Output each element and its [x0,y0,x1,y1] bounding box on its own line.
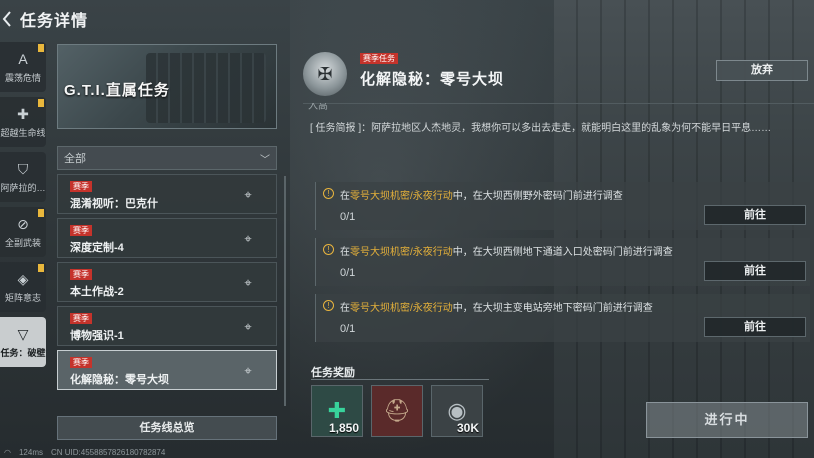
info-icon: ! [323,300,334,311]
season-tag: 赛季 [70,225,92,236]
objective-text: 在零号大坝机密/永夜行动中，在大坝主变电站旁地下密码门前进行调查 [340,303,653,314]
locate-icon: ⌖ [244,319,252,334]
back-arrow-icon [2,11,11,27]
rail-item-label: 全副武装 [4,237,41,248]
top-bar: 任务详情 [0,0,290,38]
mission-line-banner: G.T.I.直属任务 [57,44,277,129]
new-badge [38,44,44,52]
mission-item-selected[interactable]: 赛季 化解隐秘：零号大坝 ⌖ [57,350,277,390]
triangle-down-icon: ▽ [17,325,29,342]
locate-icon: ⌖ [244,187,252,202]
rail-item-2[interactable]: ⛉ 阿萨拉的… [0,152,46,202]
mission-briefing: [ 任务简报 ]：阿萨拉地区人杰地灵，我想你可以多出去走走，就能明白这里的乱象为… [310,120,814,137]
new-badge [38,99,44,107]
locate-icon: ⌖ [244,275,252,290]
briefing-text: 阿萨拉地区人杰地灵，我想你可以多出去走走，就能明白这里的乱象为何不能早日平息…… [371,123,772,134]
objective-progress: 0/1 [340,323,356,335]
back-button[interactable] [0,10,14,28]
objective-row: ! 在零号大坝机密/永夜行动中，在大坝西侧野外密码门前进行调查 0/1 前往 [315,182,810,230]
rail-item-label: 阿萨拉的… [0,182,46,193]
mission-title: 化解隐秘：零号大坝 [360,71,505,88]
ping-value: 124ms [18,447,43,457]
mission-item[interactable]: 赛季 混淆视听：巴克什 ⌖ [57,174,277,214]
abandon-button[interactable]: 放弃 [716,60,808,81]
helmet-icon: ⛑ [383,398,411,423]
category-rail: A 震荡危情 ✚ 超越生命线 ⛉ 阿萨拉的… ⊘ 全副武装 ◈ 矩阵意志 ▽ 任… [0,42,48,372]
reward-quantity: 30K [456,421,479,435]
season-tag: 赛季 [70,357,92,368]
goto-button[interactable]: 前往 [704,205,806,225]
objective-progress: 0/1 [340,267,356,279]
season-tag: 赛季 [70,313,92,324]
wifi-icon: ◠ [4,447,11,457]
mission-item[interactable]: 赛季 深度定制-4 ⌖ [57,218,277,258]
objective-location: 零号大坝机密/永夜行动 [350,191,453,202]
objective-text: 在零号大坝机密/永夜行动中，在大坝西侧野外密码门前进行调查 [340,191,623,202]
diamond-icon: ◈ [17,270,29,287]
reward-quantity: 1,850 [328,421,359,435]
locate-icon: ⌖ [244,363,252,378]
slash-circle-icon: ⊘ [17,215,29,232]
faction-emblem-icon: ✠ [303,52,347,96]
mission-name: 深度定制-4 [70,242,124,254]
banner-title: G.T.I.直属任务 [64,82,170,99]
in-progress-button[interactable]: 进行中 [646,402,808,438]
season-tag: 赛季 [70,269,92,280]
mission-name: 混淆视听：巴克什 [70,198,158,210]
mission-name: 博物强识-1 [70,330,124,342]
list-scrollbar[interactable] [284,176,286,406]
rail-item-label: 超越生命线 [0,127,46,138]
rail-item-label: 任务：破壁 [0,347,46,358]
objective-text: 在零号大坝机密/永夜行动中，在大坝西侧地下通道入口处密码门前进行调查 [340,247,673,258]
shield-icon: ⛉ [17,160,29,177]
mission-list[interactable]: 赛季 混淆视听：巴克什 ⌖ 赛季 深度定制-4 ⌖ 赛季 本土作战-2 ⌖ 赛季… [57,174,277,410]
objective-location: 零号大坝机密/永夜行动 [350,303,453,314]
rewards-label: 任务奖励 [311,367,355,379]
filter-dropdown[interactable]: 全部 ﹀ [57,146,277,170]
objective-location: 零号大坝机密/永夜行动 [350,247,453,258]
plus-icon: ✚ [17,105,29,122]
mission-name: 本土作战-2 [70,286,124,298]
rail-item-3[interactable]: ⊘ 全副武装 [0,207,46,257]
objective-progress: 0/1 [340,211,356,223]
goto-button[interactable]: 前往 [704,261,806,281]
info-icon: ! [323,244,334,255]
uid-text: CN UID:4558857826180782874 [51,447,166,457]
new-badge [38,264,44,272]
mission-line-overview-button[interactable]: 任务线总览 [57,416,277,440]
rail-item-4[interactable]: ◈ 矩阵意志 [0,262,46,312]
page-title: 任务详情 [20,13,89,30]
info-icon: ! [323,188,334,199]
mission-item[interactable]: 赛季 本土作战-2 ⌖ [57,262,277,302]
status-footer: ◠ 124ms CN UID:4558857826180782874 [0,446,400,458]
scrolled-text-fragment: 入高 [308,103,328,111]
mission-item[interactable]: 赛季 博物强识-1 ⌖ [57,306,277,346]
rail-item-5[interactable]: ▽ 任务：破壁 [0,317,46,367]
rail-item-label: 震荡危情 [4,72,41,83]
reward-item[interactable]: ⛑ [371,385,423,437]
locate-icon: ⌖ [244,231,252,246]
rewards-divider [311,379,489,380]
reward-item[interactable]: ◉ 30K [431,385,483,437]
rail-item-1[interactable]: ✚ 超越生命线 [0,97,46,147]
briefing-prefix: [ 任务简报 ]： [310,123,372,134]
rail-item-0[interactable]: A 震荡危情 [0,42,46,92]
a-icon: A [18,50,28,67]
objective-row: ! 在零号大坝机密/永夜行动中，在大坝西侧地下通道入口处密码门前进行调查 0/1… [315,238,810,286]
season-tag: 赛季 [70,181,92,192]
objective-row: ! 在零号大坝机密/永夜行动中，在大坝主变电站旁地下密码门前进行调查 0/1 前… [315,294,810,342]
goto-button[interactable]: 前往 [704,317,806,337]
season-mission-tag: 赛季任务 [360,53,398,64]
rail-item-label: 矩阵意志 [4,292,41,303]
reward-item[interactable]: ✚ 1,850 [311,385,363,437]
new-badge [38,209,44,217]
filter-value: 全部 [64,153,86,165]
mission-name: 化解隐秘：零号大坝 [70,374,169,386]
divider [303,103,814,104]
chevron-down-icon: ﹀ [260,154,270,166]
